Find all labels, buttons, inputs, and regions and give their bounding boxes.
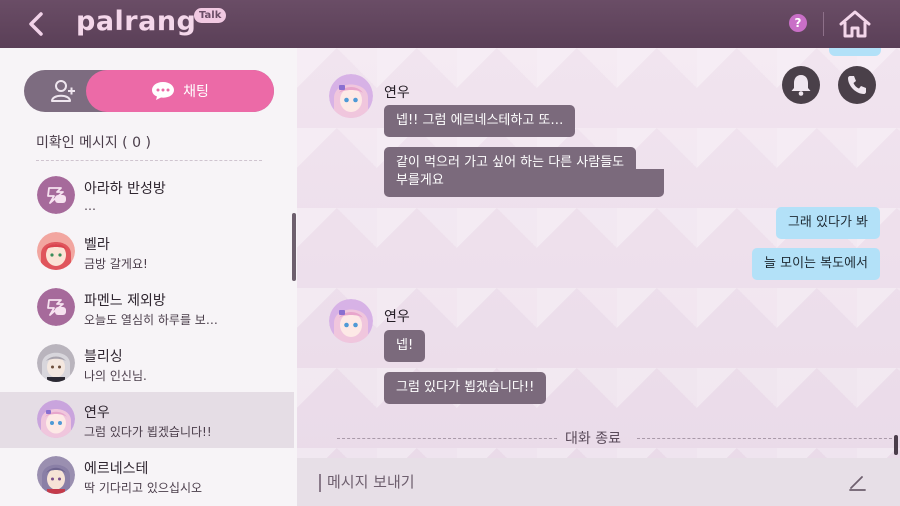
end-line-right (637, 438, 892, 439)
previous-message-bubble (829, 48, 881, 56)
pencil-send-icon[interactable] (847, 472, 867, 492)
unread-divider (36, 160, 262, 161)
sender-name: 연우 (384, 85, 410, 101)
logo-text: palrang (76, 6, 197, 37)
chat-room-preview: … (84, 199, 96, 213)
sender-name: 연우 (384, 309, 410, 325)
yeonwoo-avatar (329, 74, 373, 118)
chat-room-item[interactable]: 파멘느 제외방 오늘도 열심히 하루를 보… (0, 280, 294, 336)
chat-room-preview: 그럼 있다가 뵙겠습니다!! (84, 425, 212, 439)
chat-room-item[interactable]: 블리싱 나의 인신님. (0, 336, 294, 392)
back-arrow-icon[interactable] (22, 9, 52, 39)
chat-room-name: 아라하 반성방 (84, 181, 166, 197)
message-input[interactable] (327, 468, 827, 496)
chat-room-preview: 딱 기다리고 있으십시오 (84, 481, 203, 495)
text-caret (319, 474, 321, 492)
friends-tab-icon[interactable] (50, 79, 76, 103)
chat-room-item[interactable]: 아라하 반성방 … (0, 168, 294, 224)
phone-icon (848, 76, 866, 94)
talk-badge: Talk (194, 8, 227, 23)
app-header: palrang Talk ? (0, 0, 900, 48)
call-button[interactable] (838, 66, 876, 104)
chat-room-preview: 금방 갈게요! (84, 257, 148, 271)
chat-bubble-icon (152, 82, 175, 100)
chat-room-name: 에르네스테 (84, 461, 149, 477)
chat-scrollbar[interactable] (894, 435, 898, 455)
chat-room-preview: 나의 인신님. (84, 369, 147, 383)
help-button[interactable]: ? (789, 14, 807, 32)
chat-room-name: 연우 (84, 405, 110, 421)
chat-room-preview: 오늘도 열심히 하루를 보… (84, 313, 218, 327)
bell-icon (791, 75, 811, 96)
chat-room-name: 파멘느 제외방 (84, 293, 166, 309)
chat-room-item-active[interactable]: 연우 그럼 있다가 뵙겠습니다!! (0, 392, 294, 448)
chat-sidebar: 채팅 미확인 메시지 ( 0 ) 아라하 반성방 … 벨라 금방 갈게요! 파멘… (0, 48, 297, 506)
tab-toggle: 채팅 (24, 70, 274, 112)
incoming-message: 그럼 있다가 뵙겠습니다!! (384, 372, 547, 404)
tab-chat[interactable]: 채팅 (86, 70, 274, 112)
yeonwoo-avatar (37, 400, 75, 438)
conversation-end-divider: 대화 종료 (337, 428, 897, 450)
conversation-end-label: 대화 종료 (565, 431, 621, 447)
incoming-message: 넵! (384, 330, 426, 362)
outgoing-message: 늘 모이는 복도에서 (752, 248, 880, 280)
chat-conversation: 연우 넵!! 그럼 에르네스테하고 또… 같이 먹으러 가고 싶어 하는 다른 … (297, 48, 900, 458)
incoming-message-continued: 부를게요 (384, 169, 664, 197)
incoming-message: 넵!! 그럼 에르네스테하고 또… (384, 105, 576, 137)
end-line-left (337, 438, 557, 439)
outgoing-message: 그래 있다가 봐 (775, 207, 880, 239)
erneste-avatar (37, 456, 75, 494)
chat-room-list: 아라하 반성방 … 벨라 금방 갈게요! 파멘느 제외방 오늘도 열심히 하루를 (0, 168, 294, 504)
tab-chat-label: 채팅 (183, 84, 209, 100)
notification-button[interactable] (782, 66, 820, 104)
group-chat-icon (37, 176, 75, 214)
chat-room-item[interactable]: 에르네스테 딱 기다리고 있으십시오 (0, 448, 294, 504)
yeonwoo-avatar (329, 299, 373, 343)
unread-messages-label: 미확인 메시지 ( 0 ) (36, 135, 151, 151)
chat-room-name: 블리싱 (84, 349, 123, 365)
sidebar-scrollbar[interactable] (292, 213, 296, 281)
chat-room-item[interactable]: 벨라 금방 갈게요! (0, 224, 294, 280)
message-input-bar (297, 458, 900, 506)
header-divider (823, 12, 824, 36)
bella-avatar (37, 232, 75, 270)
group-chat-icon (37, 288, 75, 326)
home-icon[interactable] (838, 8, 872, 40)
chat-room-name: 벨라 (84, 237, 110, 253)
blissing-avatar (37, 344, 75, 382)
